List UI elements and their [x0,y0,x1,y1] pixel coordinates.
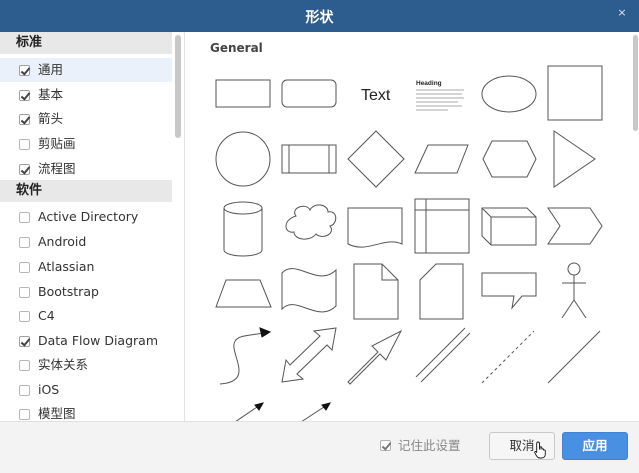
checkbox[interactable] [19,114,30,125]
library-item-active-directory[interactable]: Active Directory [0,205,172,229]
checkbox[interactable] [19,360,30,371]
checkbox[interactable] [19,336,30,347]
cube-shape[interactable] [481,207,537,246]
ellipse-shape[interactable] [481,75,537,113]
library-item-bootstrap[interactable]: Bootstrap [0,280,172,304]
apply-button[interactable]: 应用 [562,432,628,460]
dialog-title: 形状 [305,10,334,26]
line-shape[interactable] [547,330,601,384]
arrow-connector-shape[interactable] [232,402,265,421]
close-icon[interactable]: × [615,6,629,20]
library-item-arrows[interactable]: 箭头 [0,107,172,131]
internal-storage-shape[interactable] [414,198,470,254]
dashed-line-shape[interactable] [481,330,535,384]
checkbox[interactable] [19,385,30,396]
checkbox[interactable] [19,90,30,101]
library-item-data-flow-diagram[interactable]: Data Flow Diagram [0,329,172,353]
arrow-connector-shape-2[interactable] [298,402,332,421]
svg-text:Heading: Heading [416,80,442,87]
library-item-label: 流程图 [38,161,76,176]
checkbox[interactable] [19,164,30,175]
checkbox[interactable] [19,212,30,223]
note-shape[interactable] [353,263,399,320]
heading-shape[interactable]: Heading [416,80,464,111]
section-header-standard: 标准 [0,32,172,54]
library-item-general[interactable]: 通用 [0,58,172,82]
checkbox[interactable] [19,262,30,273]
library-item-label: 模型图 [38,406,76,421]
library-item-atlassian[interactable]: Atlassian [0,255,172,279]
library-item-basic[interactable]: 基本 [0,83,172,107]
callout-shape[interactable] [481,272,537,310]
checkbox[interactable] [19,311,30,322]
preview-scrollbar-thumb[interactable] [633,35,638,131]
hexagon-shape[interactable] [482,140,537,178]
library-item-c4[interactable]: C4 [0,304,172,328]
library-item-label: 基本 [38,87,64,102]
trapezoid-shape[interactable] [215,279,272,308]
library-item-label: Atlassian [38,259,95,274]
step-shape[interactable] [547,207,603,245]
tape-shape[interactable] [281,268,337,313]
text-shape[interactable]: Text [361,87,391,104]
actor-shape[interactable] [561,262,587,319]
library-item-label: Bootstrap [38,284,99,299]
single-arrow-shape[interactable] [347,329,403,385]
library-item-label: 箭头 [38,111,64,126]
sidebar-scrollbar-thumb[interactable] [175,35,181,138]
library-item-label: Data Flow Diagram [38,333,158,348]
library-item-label: iOS [38,382,60,397]
library-item-ios[interactable]: iOS [0,378,172,402]
shape-grid: Text Heading [215,65,603,421]
library-item-label: 实体关系 [38,357,89,372]
shape-preview-panel: General Text Heading [186,32,639,421]
link-shape[interactable] [415,327,471,383]
section-header-software: 软件 [0,180,172,202]
library-item-label: 通用 [38,62,64,77]
curved-arrow-shape[interactable] [219,327,272,385]
library-item-flowchart[interactable]: 流程图 [0,157,172,181]
library-item-label: 剪贴画 [38,136,76,151]
diamond-shape[interactable] [347,130,405,188]
library-item-android[interactable]: Android [0,230,172,254]
library-item-label: Active Directory [38,209,139,224]
dialog-titlebar: 形状 × [0,0,639,32]
library-item-label: C4 [38,308,55,323]
square-shape[interactable] [547,65,603,121]
library-item-clipart[interactable]: 剪贴画 [0,132,172,156]
checkbox[interactable] [19,65,30,76]
hand-cursor-icon [534,441,546,459]
cylinder-shape[interactable] [223,201,263,257]
checkbox[interactable] [19,287,30,298]
parallelogram-shape[interactable] [414,144,469,174]
library-item-mockup[interactable]: 模型图 [0,402,172,421]
shape-library-sidebar: 标准 通用 基本 箭头 剪贴画 流程图 软件 Active Directory … [0,32,185,421]
circle-shape[interactable] [215,131,271,187]
cloud-shape[interactable] [285,204,337,240]
remember-checkbox[interactable] [380,440,391,451]
library-item-entity-relation[interactable]: 实体关系 [0,353,172,377]
process-shape[interactable] [281,144,337,174]
remember-label: 记住此设置 [398,438,461,453]
library-item-label: Android [38,234,87,249]
card-shape[interactable] [419,263,464,320]
document-shape[interactable] [347,207,403,248]
checkbox[interactable] [19,237,30,248]
bidirectional-arrow-shape[interactable] [281,327,337,383]
triangle-shape[interactable] [553,130,596,188]
checkbox[interactable] [19,409,30,420]
checkbox[interactable] [19,139,30,150]
rounded-rectangle-shape[interactable] [281,79,337,108]
rectangle-shape[interactable] [215,79,271,108]
